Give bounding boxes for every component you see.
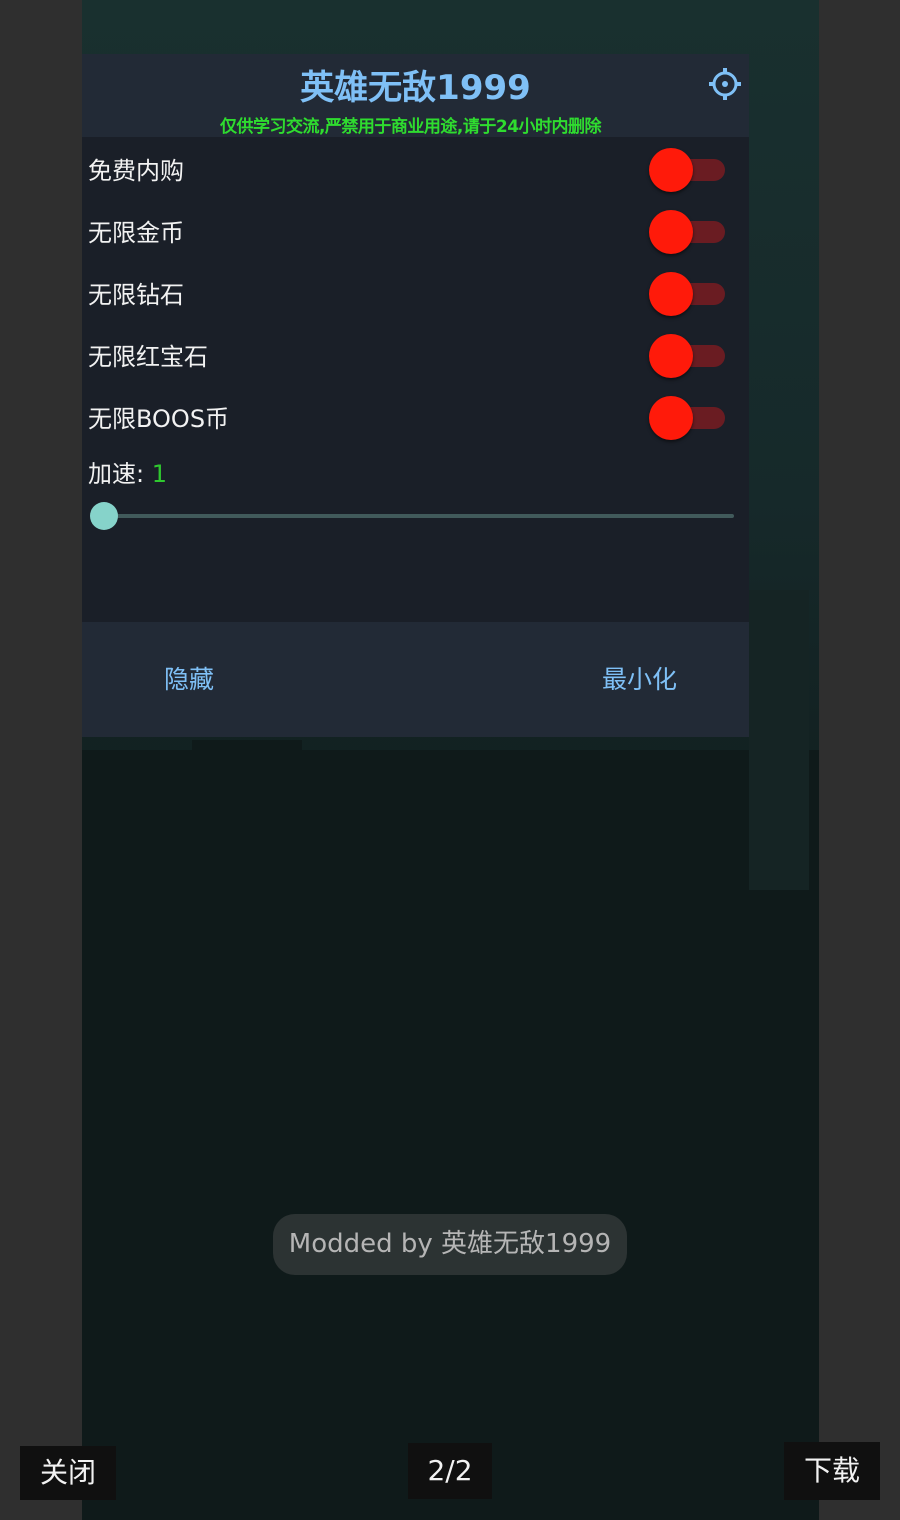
page-indicator: 2/2 (408, 1443, 492, 1499)
speed-label-text: 加速: (88, 460, 145, 488)
toggle-switch[interactable] (649, 148, 731, 192)
toggle-row: 免费内购 (88, 145, 743, 195)
toggle-label: 免费内购 (88, 157, 184, 185)
toggle-row: 无限金币 (88, 207, 743, 257)
toggle-thumb (649, 396, 693, 440)
toggle-thumb (649, 272, 693, 316)
toggle-switch[interactable] (649, 272, 731, 316)
menu-footer: 隐藏 最小化 (82, 622, 749, 737)
toggle-row: 无限红宝石 (88, 331, 743, 381)
gear-icon[interactable] (708, 67, 742, 101)
hide-button[interactable]: 隐藏 (164, 660, 214, 696)
menu-header: 英雄无敌1999 仅供学习交流,严禁用于商业用途,请于24小时内删除 (82, 54, 749, 137)
city-silhouette (412, 770, 532, 930)
download-button[interactable]: 下载 (784, 1442, 880, 1500)
close-button[interactable]: 关闭 (20, 1446, 116, 1500)
speed-value: 1 (151, 460, 168, 488)
menu-disclaimer: 仅供学习交流,严禁用于商业用途,请于24小时内删除 (219, 117, 602, 137)
toggle-switch[interactable] (649, 334, 731, 378)
city-silhouette (749, 590, 809, 890)
slider-track (104, 514, 734, 518)
slider-thumb[interactable] (90, 502, 118, 530)
toggle-label: 无限钻石 (88, 281, 184, 309)
mod-menu: 英雄无敌1999 仅供学习交流,严禁用于商业用途,请于24小时内删除 免费内购无… (82, 54, 749, 737)
toggle-switch[interactable] (649, 396, 731, 440)
toggle-switch[interactable] (649, 210, 731, 254)
toggle-row: 无限BOOS币 (88, 393, 743, 443)
toggle-label: 无限红宝石 (88, 343, 208, 371)
toggle-label: 无限BOOS币 (88, 405, 230, 433)
toggle-thumb (649, 210, 693, 254)
menu-title: 英雄无敌1999 (300, 68, 531, 108)
mod-toast: Modded by 英雄无敌1999 (273, 1214, 627, 1275)
toggle-label: 无限金币 (88, 219, 184, 247)
city-silhouette (192, 740, 302, 940)
toggle-thumb (649, 334, 693, 378)
minimize-button[interactable]: 最小化 (602, 660, 677, 696)
speed-label: 加速: 1 (88, 454, 167, 489)
speed-slider[interactable] (90, 498, 734, 534)
toggle-thumb (649, 148, 693, 192)
toggle-row: 无限钻石 (88, 269, 743, 319)
